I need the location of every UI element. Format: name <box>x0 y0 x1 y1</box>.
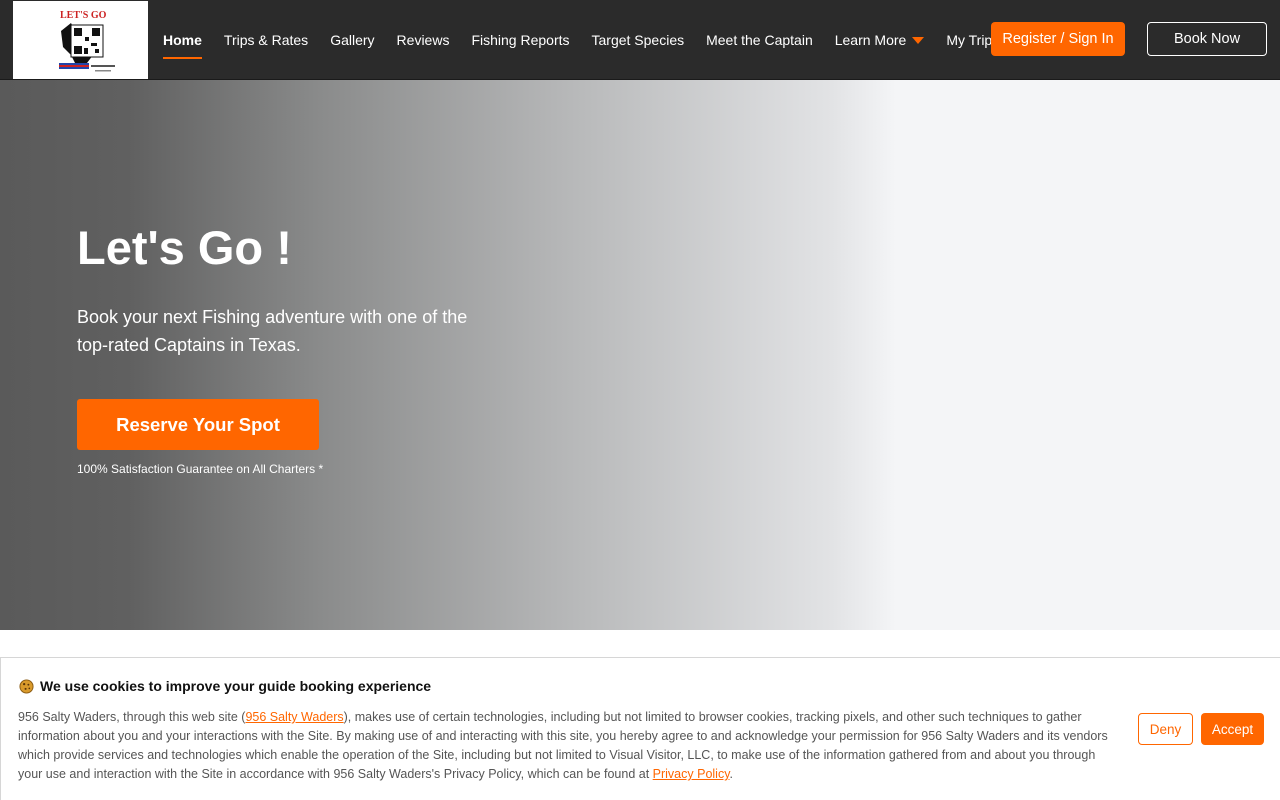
nav-item-label: Reviews <box>396 32 450 48</box>
site-logo[interactable]: LET'S GO <box>13 1 148 79</box>
cookie-banner: We use cookies to improve your guide boo… <box>0 657 1280 800</box>
register-signin-button[interactable]: Register / Sign In <box>991 22 1125 56</box>
cookie-heading: We use cookies to improve your guide boo… <box>19 678 431 694</box>
nav-item-label: Home <box>163 32 202 48</box>
nav-item-home[interactable]: Home <box>163 0 202 80</box>
nav-item-learn-more[interactable]: Learn More <box>835 0 925 80</box>
nav-item-target-species[interactable]: Target Species <box>592 0 685 80</box>
accept-cookies-button[interactable]: Accept <box>1201 713 1264 745</box>
nav-item-label: Fishing Reports <box>471 32 570 48</box>
hero-title: Let's Go ! <box>77 221 292 274</box>
nav-item-gallery[interactable]: Gallery <box>330 0 374 80</box>
cookie-body-end: . <box>729 767 734 781</box>
nav-item-meet-captain[interactable]: Meet the Captain <box>706 0 813 80</box>
nav-item-label: Target Species <box>591 32 685 48</box>
book-now-button[interactable]: Book Now <box>1147 22 1267 56</box>
nav-item-trips-rates[interactable]: Trips & Rates <box>224 0 308 80</box>
reserve-spot-button[interactable]: Reserve Your Spot <box>77 399 319 450</box>
nav-item-fishing-reports[interactable]: Fishing Reports <box>471 0 569 80</box>
hero-section: Let's Go ! Book your next Fishing advent… <box>0 80 1280 630</box>
logo-text: LET'S GO <box>60 10 107 21</box>
site-header: LET'S GO Home Trips & Rates Gallery Revi… <box>0 0 1280 80</box>
logo-image: LET'S GO <box>59 10 115 72</box>
caret-down-icon <box>912 36 925 44</box>
main-nav: Home Trips & Rates Gallery Reviews Fishi… <box>163 0 1039 80</box>
nav-item-label: Learn More <box>834 32 907 48</box>
hero-subtitle: Book your next Fishing adventure with on… <box>77 307 468 355</box>
deny-cookies-button[interactable]: Deny <box>1138 713 1193 745</box>
cookie-heading-text: We use cookies to improve your guide boo… <box>40 678 432 694</box>
cookie-icon <box>19 678 34 694</box>
nav-item-label: Trips & Rates <box>223 32 309 48</box>
cookie-body-text: 956 Salty Waders, through this web site … <box>18 710 246 724</box>
nav-item-reviews[interactable]: Reviews <box>397 0 450 80</box>
site-link[interactable]: 956 Salty Waders <box>245 710 343 724</box>
nav-item-label: Gallery <box>330 32 375 48</box>
privacy-policy-link[interactable]: Privacy Policy <box>653 767 730 781</box>
cookie-body: 956 Salty Waders, through this web site … <box>18 708 1123 784</box>
guarantee-text: 100% Satisfaction Guarantee on All Chart… <box>77 462 324 476</box>
nav-item-label: Meet the Captain <box>706 32 813 48</box>
